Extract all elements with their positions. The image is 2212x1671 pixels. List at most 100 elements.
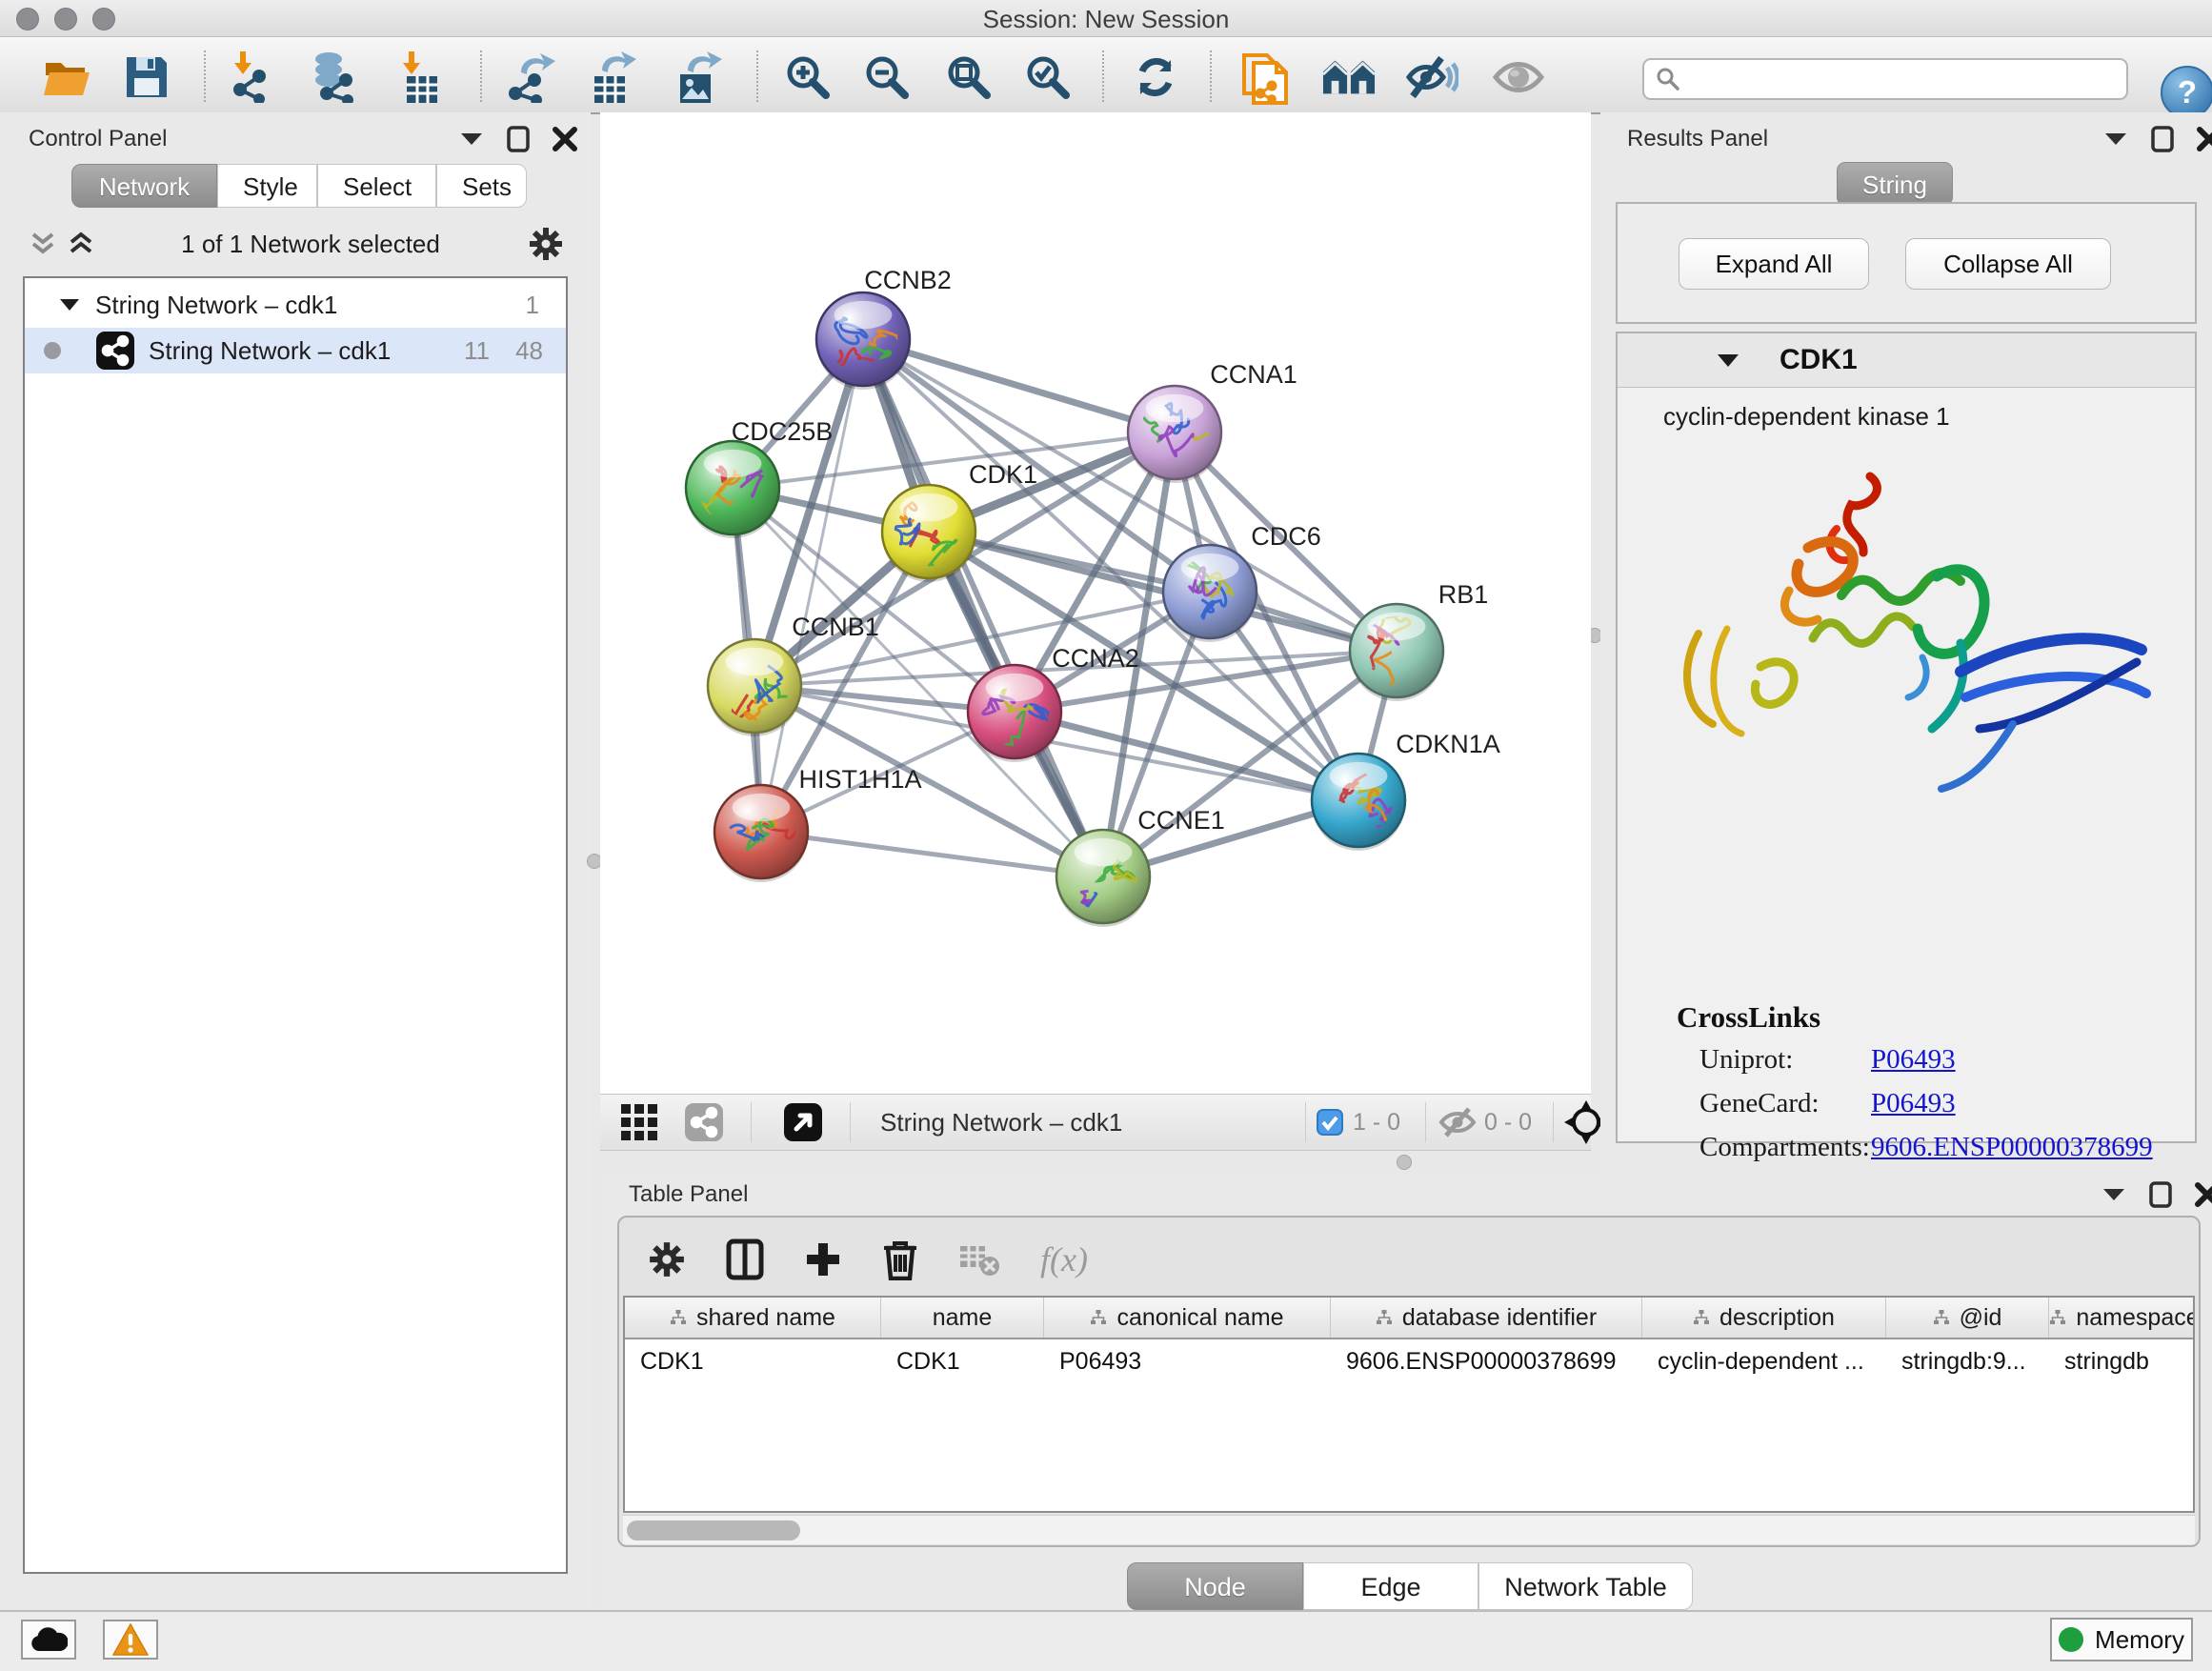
node-ccnb2[interactable]: CCNB2 <box>816 266 952 390</box>
crosslink-value-link[interactable]: P06493 <box>1871 1044 1956 1076</box>
column-header-shared-name[interactable]: shared name <box>625 1298 881 1338</box>
node-hist1h1a[interactable]: HIST1H1A <box>714 765 922 882</box>
panel-float-icon[interactable] <box>507 126 530 152</box>
network-from-file-button[interactable] <box>1239 52 1293 102</box>
refresh-button[interactable] <box>1129 52 1182 102</box>
column-label: shared name <box>696 1304 835 1332</box>
table-horizontal-scrollbar[interactable] <box>623 1515 2195 1544</box>
delete-table-icon[interactable] <box>958 1242 1000 1277</box>
section-collapse-icon[interactable] <box>1717 352 1739 369</box>
cloud-status-button[interactable] <box>21 1620 76 1660</box>
zoom-fit-button[interactable] <box>942 52 995 102</box>
grid-view-button[interactable] <box>621 1104 657 1145</box>
table-panel-title: Table Panel <box>629 1181 748 1208</box>
grid-icon <box>621 1104 657 1140</box>
node-rb1[interactable]: RB1 <box>1350 580 1488 701</box>
node-cdkn1a[interactable]: CDKN1A <box>1312 730 1500 856</box>
column-header-name[interactable]: name <box>881 1298 1044 1338</box>
column-type-icon <box>1933 1309 1950 1326</box>
expand-all-chevron-icon[interactable] <box>30 232 55 256</box>
function-builder-icon[interactable]: f(x) <box>1040 1239 1088 1279</box>
table-cell: stringdb:9... <box>1886 1339 2049 1383</box>
column-header-@id[interactable]: @id <box>1886 1298 2049 1338</box>
import-network-from-file-button[interactable] <box>224 52 277 102</box>
panel-close-icon[interactable] <box>2195 1182 2212 1207</box>
column-header-database-identifier[interactable]: database identifier <box>1331 1298 1642 1338</box>
node-cdk1[interactable]: CDK1 <box>882 460 1037 582</box>
tab-style[interactable]: Style <box>217 164 317 208</box>
gear-icon[interactable] <box>528 226 564 262</box>
birdseye-arrow-icon <box>783 1102 823 1142</box>
import-table-from-file-button[interactable] <box>392 52 445 102</box>
zoom-fit-icon <box>945 53 993 101</box>
tab-string[interactable]: String <box>1837 162 1953 206</box>
add-column-icon[interactable] <box>804 1240 842 1278</box>
table-cell: P06493 <box>1044 1339 1331 1383</box>
panel-collapse-icon[interactable] <box>2103 131 2128 148</box>
scrollbar-thumb[interactable] <box>627 1520 800 1540</box>
node-ccna1[interactable]: CCNA1 <box>1128 360 1297 483</box>
tab-node-table[interactable]: Node Table <box>1127 1562 1303 1610</box>
table-row[interactable]: CDK1CDK1P064939606.ENSP00000378699cyclin… <box>625 1339 2193 1383</box>
panel-close-icon[interactable] <box>2197 127 2212 151</box>
tree-expand-icon[interactable] <box>59 297 80 312</box>
node-ccnb1[interactable]: CCNB1 <box>708 613 879 736</box>
network-view-canvas[interactable]: CCNB2CCNA1CDC25BCDK1CDC6RB1CCNB1CCNA2CDK… <box>600 112 1591 1094</box>
import-network-from-database-button[interactable] <box>306 52 359 102</box>
warnings-button[interactable] <box>103 1620 158 1660</box>
column-header-namespace[interactable]: namespace <box>2049 1298 2195 1338</box>
crosslink-label: GeneCard: <box>1699 1088 1820 1118</box>
tab-sets[interactable]: Sets <box>436 164 527 208</box>
table-gear-icon[interactable] <box>648 1240 686 1278</box>
checkbox-checked-icon <box>1317 1109 1343 1136</box>
protein-structure-image <box>1646 438 2180 810</box>
show-house-panel-button[interactable] <box>1322 52 1376 102</box>
gene-section-header[interactable]: CDK1 <box>1618 333 2195 388</box>
export-table-button[interactable] <box>585 52 638 102</box>
export-image-button[interactable] <box>671 52 724 102</box>
tab-network-table[interactable]: Network Table <box>1478 1562 1693 1610</box>
show-selected-button[interactable] <box>1492 52 1545 102</box>
column-header-description[interactable]: description <box>1642 1298 1886 1338</box>
save-session-button[interactable] <box>120 52 173 102</box>
collapse-all-button[interactable]: Collapse All <box>1905 238 2111 290</box>
panel-close-icon[interactable] <box>553 127 577 151</box>
crosslink-value-link[interactable]: 9606.ENSP00000378699 <box>1871 1132 2153 1163</box>
panel-float-icon[interactable] <box>2149 1181 2172 1208</box>
tab-edge-table[interactable]: Edge Table <box>1303 1562 1478 1610</box>
string-network-graph[interactable]: CCNB2CCNA1CDC25BCDK1CDC6RB1CCNB1CCNA2CDK… <box>600 112 1591 1094</box>
open-session-button[interactable] <box>41 52 94 102</box>
show-columns-icon[interactable] <box>726 1238 764 1280</box>
panel-collapse-icon[interactable] <box>459 131 484 148</box>
column-type-icon <box>1693 1309 1710 1326</box>
collapse-all-chevron-icon[interactable] <box>69 232 93 256</box>
crosslink-value-link[interactable]: P06493 <box>1871 1088 1956 1119</box>
network-icon-button[interactable] <box>684 1102 724 1147</box>
zoom-selected-button[interactable] <box>1021 52 1075 102</box>
panel-float-icon[interactable] <box>2151 126 2174 152</box>
zoom-in-button[interactable] <box>781 52 835 102</box>
network-row-selected[interactable]: String Network – cdk1 11 48 <box>25 328 566 373</box>
table-header-row: shared name namecanonical namedatabase id… <box>625 1298 2193 1339</box>
tab-network[interactable]: Network <box>71 164 217 208</box>
edge-hist1h1a-ccne1[interactable] <box>761 832 1103 876</box>
search-input[interactable] <box>1642 58 2128 100</box>
network-collection-row[interactable]: String Network – cdk1 1 <box>25 282 566 328</box>
edge-ccnb2-hist1h1a[interactable] <box>761 339 863 832</box>
column-header-canonical-name[interactable]: canonical name <box>1044 1298 1331 1338</box>
memory-button[interactable]: Memory <box>2050 1618 2193 1661</box>
node-label-ccne1: CCNE1 <box>1137 806 1225 835</box>
expand-all-button[interactable]: Expand All <box>1679 238 1869 290</box>
hidden-toggle[interactable] <box>1438 1107 1477 1142</box>
tab-select[interactable]: Select <box>317 164 436 208</box>
help-button[interactable]: ? <box>2161 66 2212 119</box>
panel-collapse-icon[interactable] <box>2101 1186 2126 1203</box>
export-network-button[interactable] <box>506 52 559 102</box>
hide-selected-button[interactable] <box>1405 52 1458 102</box>
bottom-splitter-handle[interactable] <box>1397 1155 1412 1170</box>
birdseye-view-button[interactable] <box>783 1102 823 1147</box>
selected-checkbox[interactable] <box>1317 1109 1343 1140</box>
edge-ccnb2-ccna1[interactable] <box>863 339 1175 433</box>
zoom-out-button[interactable] <box>860 52 914 102</box>
delete-column-icon[interactable] <box>882 1238 918 1280</box>
